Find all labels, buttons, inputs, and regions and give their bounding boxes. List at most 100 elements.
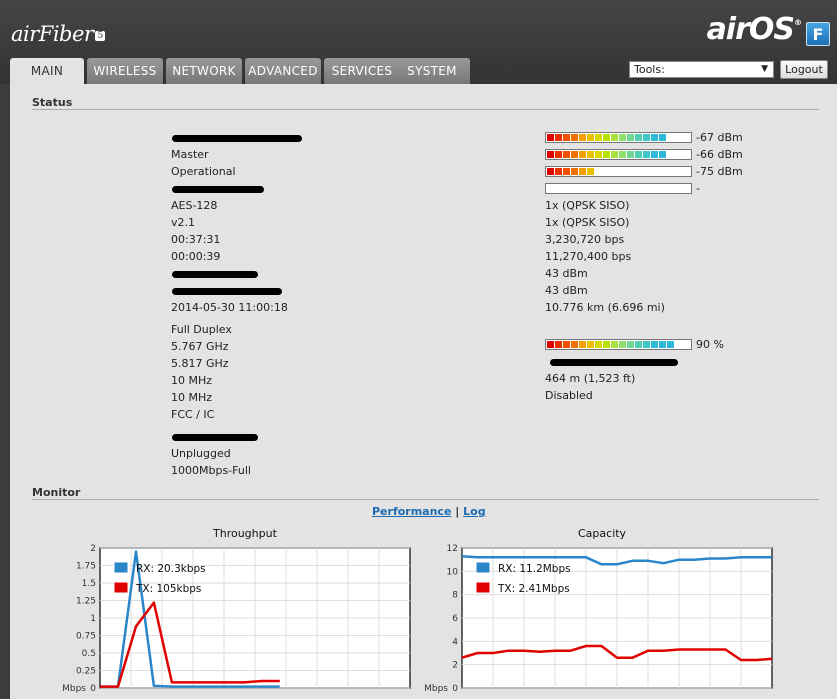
meter-segment [587,134,594,141]
status-value: -67 dBm [696,131,743,144]
y-tick-label: 0.25 [76,667,96,677]
y-tick-label: 0 [452,684,458,694]
status-value: Operational [171,165,236,178]
meter-segment [603,151,610,158]
meter-segment [555,341,562,348]
logout-button[interactable]: Logout [780,60,828,79]
meter-segment [603,341,610,348]
meter-segment [563,134,570,141]
throughput-chart: Mbps 0 0.25 0.5 0.75 1 1.25 1.5 1.75 2 RX: 20.3kbp… [62,544,411,694]
status-value: -75 dBm [696,165,743,178]
meter-segment [611,151,618,158]
y-tick-label: 1.25 [76,597,96,607]
y-tick-label: 2 [452,661,458,671]
meter-segment [587,168,594,175]
tab-main[interactable]: MAIN [10,58,84,85]
status-value: 1000Mbps-Full [171,464,251,477]
tab-services[interactable]: SERVICES [324,58,400,84]
legend-label: RX: 20.3kbps [136,563,206,575]
capacity-chart: Mbps 0 2 4 6 8 10 12 RX: 11.2Mbps TX: 2.41Mbps [424,544,773,694]
meter-segment [547,168,554,175]
y-tick-label: 4 [452,637,458,647]
status-value: 00:00:39 [171,250,221,263]
meter-segment [619,151,626,158]
redacted-value [550,359,678,366]
legend-label: TX: 105kbps [135,583,201,595]
y-tick-label: 12 [447,544,458,554]
status-value: 43 dBm [545,267,588,280]
legend-swatch [475,561,491,574]
meter-segment [571,134,578,141]
meter-segment [571,341,578,348]
meter-segment [595,151,602,158]
meter-segment [587,341,594,348]
status-value: 10 MHz [171,391,213,404]
tools-dropdown-label: Tools: [634,63,665,76]
y-tick-label: 0 [90,684,96,694]
meter-segment [587,151,594,158]
y-tick-label: 6 [452,614,458,624]
header-bar: airFiber 5 airOS® F MAIN WIRELESS NETWORK… [0,0,837,85]
meter-segment [659,134,666,141]
meter-segment [563,341,570,348]
monitor-section-title: Monitor [32,486,81,499]
tab-system[interactable]: SYSTEM [394,58,470,84]
airos-badge-icon: F [806,22,830,46]
redacted-value [172,271,258,278]
meter-segment [635,151,642,158]
monitor-links: Performance | Log [372,505,486,518]
meter-segment [643,134,650,141]
meter-segment [667,341,674,348]
tools-dropdown[interactable]: Tools: ▼ [629,61,774,78]
y-tick-label: 0.75 [76,632,96,642]
meter-segment [595,341,602,348]
tab-wireless[interactable]: WIRELESS [87,58,163,84]
status-divider [32,109,819,110]
tab-advanced[interactable]: ADVANCED [245,58,321,84]
y-tick-label: 0.5 [82,649,96,659]
status-value: Full Duplex [171,323,232,336]
legend-swatch [475,581,491,594]
legend-label: TX: 2.41Mbps [497,583,570,595]
meter-segment [627,134,634,141]
redacted-value [172,186,264,193]
status-value: 5.767 GHz [171,340,229,353]
meter-segment [547,134,554,141]
performance-link[interactable]: Performance [372,505,451,518]
status-value: 464 m (1,523 ft) [545,372,636,385]
tab-network[interactable]: NETWORK [166,58,242,84]
capacity-chart-title: Capacity [578,527,627,540]
legend-label: RX: 11.2Mbps [498,563,571,575]
axis-unit-label: Mbps [424,684,448,694]
throughput-chart-title: Throughput [213,527,277,540]
log-link[interactable]: Log [463,505,485,518]
meter-segment [643,151,650,158]
meter-segment [555,168,562,175]
signal-meter [545,132,692,143]
monitor-divider [32,499,819,500]
meter-segment [579,341,586,348]
signal-meter [545,166,692,177]
status-value: Unplugged [171,447,231,460]
status-value: 5.817 GHz [171,357,229,370]
meter-segment [563,151,570,158]
meter-segment [611,341,618,348]
status-section-title: Status [32,96,73,109]
status-value: 1x (QPSK SISO) [545,216,630,229]
status-value: AES-128 [171,199,218,212]
meter-segment [571,168,578,175]
status-value: 3,230,720 bps [545,233,625,246]
meter-segment [659,341,666,348]
signal-meter [545,149,692,160]
meter-segment [603,134,610,141]
airfiber-logo: airFiber 5 [11,22,105,46]
meter-segment [547,341,554,348]
meter-segment [595,134,602,141]
meter-segment [547,151,554,158]
meter-segment [619,134,626,141]
meter-segment [651,341,658,348]
status-value: 10 MHz [171,374,213,387]
status-value: - [696,182,700,195]
status-value: 43 dBm [545,284,588,297]
signal-meter [545,183,692,194]
